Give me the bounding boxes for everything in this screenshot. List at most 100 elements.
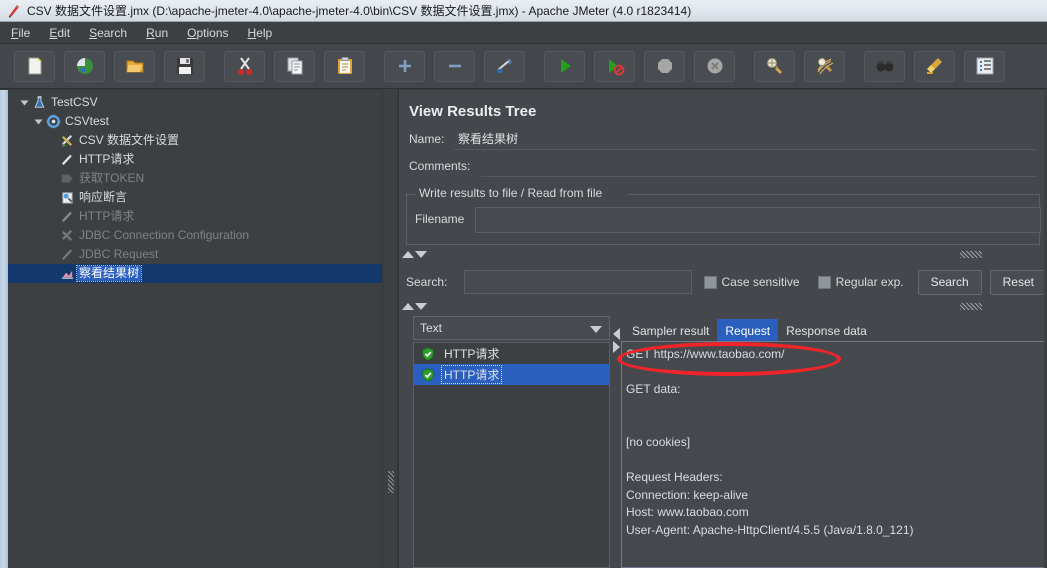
comments-input[interactable] bbox=[481, 155, 1036, 177]
tab-response-data[interactable]: Response data bbox=[778, 319, 875, 341]
main-split-divider[interactable] bbox=[382, 89, 398, 568]
menu-run[interactable]: Run bbox=[145, 24, 178, 42]
viewer-split-divider[interactable] bbox=[611, 314, 621, 568]
toggle-icon[interactable] bbox=[484, 50, 525, 82]
search-icon[interactable] bbox=[864, 50, 905, 82]
tree-node[interactable]: 察看结果树 bbox=[8, 264, 382, 283]
tree-node-label: JDBC Connection Configuration bbox=[79, 228, 250, 242]
tree-node[interactable]: HTTP请求 bbox=[8, 207, 382, 226]
new-icon[interactable] bbox=[14, 50, 55, 82]
chevron-down-icon bbox=[34, 119, 42, 124]
menu-file[interactable]: File bbox=[10, 24, 40, 42]
jmeter-feather-icon bbox=[6, 3, 22, 19]
menu-edit-label: dit bbox=[57, 25, 71, 40]
name-label: Name: bbox=[409, 132, 445, 146]
menu-file-label: ile bbox=[18, 25, 31, 40]
tree-node-label: TestCSV bbox=[51, 95, 98, 109]
regular-exp-checkbox[interactable] bbox=[817, 275, 831, 289]
page-title: View Results Tree bbox=[409, 103, 537, 120]
save-icon[interactable] bbox=[164, 50, 205, 82]
collapse-down-arrow-icon[interactable] bbox=[415, 250, 427, 258]
result-list-item[interactable]: HTTP请求 bbox=[414, 364, 609, 385]
split-grip-icon[interactable] bbox=[388, 471, 394, 493]
tree-node-label: 获取TOKEN bbox=[79, 171, 145, 185]
result-tabs[interactable]: Sampler result Request Response data bbox=[624, 317, 1047, 341]
collapse-down-arrow-icon-2[interactable] bbox=[415, 302, 427, 310]
tree-node[interactable]: CSV 数据文件设置 bbox=[8, 131, 382, 150]
expand-all-icon[interactable] bbox=[384, 50, 425, 82]
menu-search-label: earch bbox=[97, 25, 128, 40]
name-input[interactable] bbox=[454, 128, 1036, 150]
group-border-right bbox=[627, 194, 1039, 195]
tab-request[interactable]: Request bbox=[717, 319, 779, 341]
copy-icon[interactable] bbox=[274, 50, 315, 82]
collapse-up-arrow-icon[interactable] bbox=[402, 250, 414, 258]
chevron-down-icon bbox=[20, 100, 28, 105]
clear-icon[interactable] bbox=[754, 50, 795, 82]
start-icon[interactable] bbox=[544, 50, 585, 82]
menu-bar: File Edit Search Run Options Help bbox=[0, 22, 1047, 44]
open-icon[interactable] bbox=[114, 50, 155, 82]
collapse-strip-lower[interactable] bbox=[402, 300, 427, 312]
split-right-arrow-icon[interactable] bbox=[613, 341, 620, 353]
case-sensitive-checkbox[interactable] bbox=[703, 275, 717, 289]
shutdown-icon[interactable] bbox=[694, 50, 735, 82]
menu-run-label: un bbox=[154, 25, 169, 40]
divider-dots-lower[interactable] bbox=[960, 303, 982, 310]
sampler-result-list[interactable]: HTTP请求 HTTP请求 bbox=[413, 342, 610, 568]
tree-node-label: 响应断言 bbox=[79, 190, 128, 204]
tree-expand-toggle-icon[interactable] bbox=[32, 118, 44, 126]
collapse-up-arrow-icon-2[interactable] bbox=[402, 302, 414, 310]
tab-sampler-result[interactable]: Sampler result bbox=[624, 319, 717, 341]
request-content-panel[interactable]: GET https://www.taobao.com/ GET data: [n… bbox=[621, 341, 1047, 568]
jdbc-config-icon bbox=[58, 228, 77, 243]
tree-node[interactable]: JDBC Request bbox=[8, 245, 382, 264]
menu-options[interactable]: Options bbox=[186, 24, 238, 42]
tree-node[interactable]: 响应断言 bbox=[8, 188, 382, 207]
left-scroll-strip[interactable] bbox=[0, 90, 8, 568]
success-shield-icon bbox=[414, 367, 442, 382]
menu-edit[interactable]: Edit bbox=[48, 24, 80, 42]
search-input[interactable] bbox=[463, 270, 692, 294]
menu-search-mnemonic: S bbox=[89, 25, 98, 40]
menu-options-label: ptions bbox=[196, 25, 229, 40]
divider-dots-upper[interactable] bbox=[960, 251, 982, 258]
post-processor-icon bbox=[58, 171, 77, 186]
start-no-pauses-icon[interactable] bbox=[594, 50, 635, 82]
menu-search[interactable]: Search bbox=[88, 24, 137, 42]
tree-node[interactable]: TestCSV bbox=[8, 93, 382, 112]
tree-node[interactable]: 获取TOKEN bbox=[8, 169, 382, 188]
clear-all-icon[interactable] bbox=[804, 50, 845, 82]
filename-label: Filename bbox=[415, 212, 465, 226]
group-border-left bbox=[407, 194, 415, 195]
tree-node[interactable]: CSVtest bbox=[8, 112, 382, 131]
name-row: Name: bbox=[409, 128, 1039, 150]
cut-icon[interactable] bbox=[224, 50, 265, 82]
toolbar bbox=[0, 44, 1047, 89]
menu-help[interactable]: Help bbox=[247, 24, 283, 42]
result-list-item[interactable]: HTTP请求 bbox=[414, 343, 609, 364]
tree-node-label: CSV 数据文件设置 bbox=[79, 133, 180, 147]
templates-icon[interactable] bbox=[64, 50, 105, 82]
tree-node[interactable]: JDBC Connection Configuration bbox=[8, 226, 382, 245]
render-format-combo[interactable]: Text bbox=[413, 316, 610, 340]
tree-node[interactable]: HTTP请求 bbox=[8, 150, 382, 169]
jdbc-request-icon bbox=[58, 247, 77, 262]
collapse-strip-upper[interactable] bbox=[402, 248, 427, 260]
paste-icon[interactable] bbox=[324, 50, 365, 82]
collapse-all-icon[interactable] bbox=[434, 50, 475, 82]
chevron-down-icon[interactable] bbox=[590, 326, 602, 333]
write-results-group: Write results to file / Read from file F… bbox=[406, 186, 1041, 245]
reset-button[interactable]: Reset bbox=[989, 269, 1047, 295]
tree-expand-toggle-icon[interactable] bbox=[18, 99, 30, 107]
test-plan-tree[interactable]: TestCSV CSVtest CSV 数据文件设置 HTTP请求 获取TOKEN 响应断… bbox=[8, 90, 382, 568]
http-sampler-icon bbox=[58, 152, 77, 167]
search-reset-icon[interactable] bbox=[914, 50, 955, 82]
regular-exp-label: Regular exp. bbox=[835, 275, 904, 289]
search-button[interactable]: Search bbox=[917, 269, 982, 295]
assertion-icon bbox=[58, 190, 77, 205]
function-helper-icon[interactable] bbox=[964, 50, 1005, 82]
stop-icon[interactable] bbox=[644, 50, 685, 82]
filename-input[interactable] bbox=[475, 207, 1041, 233]
split-left-arrow-icon[interactable] bbox=[613, 328, 620, 340]
